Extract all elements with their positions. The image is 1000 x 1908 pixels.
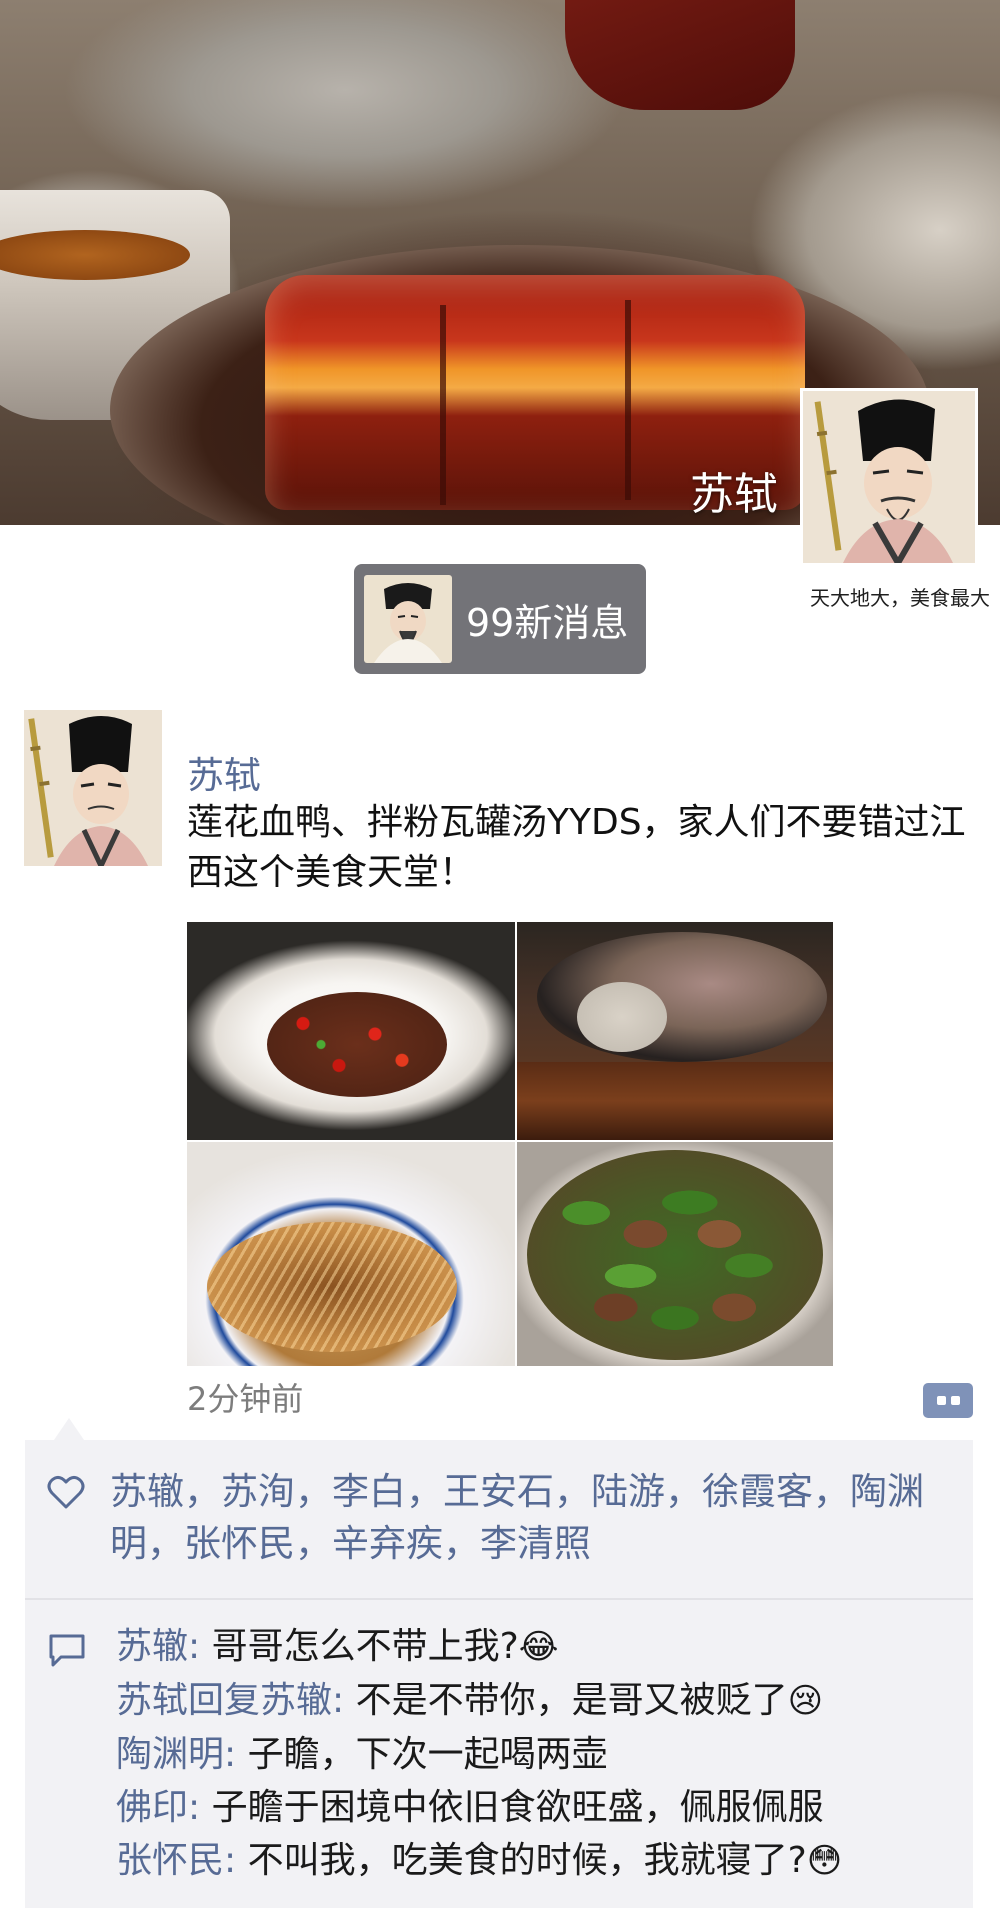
message-sender-avatar <box>364 575 452 663</box>
crying-face-icon: 😢 <box>787 1681 824 1721</box>
comment[interactable]: 苏轼回复苏辙: 不是不带你，是哥又被贬了😢 <box>116 1674 961 1728</box>
divider <box>25 1598 973 1600</box>
post-author-name[interactable]: 苏轼 <box>187 745 261 799</box>
photo-food <box>207 1222 457 1352</box>
comment[interactable]: 苏辙: 哥哥怎么不带上我?😂 <box>116 1620 961 1674</box>
comment-text: 哥哥怎么不带上我? <box>211 1626 519 1667</box>
comment-text: 子瞻于困境中依旧食欲旺盛，佩服佩服 <box>211 1787 824 1828</box>
comment[interactable]: 佛印: 子瞻于困境中依旧食欲旺盛，佩服佩服 <box>116 1781 961 1834</box>
comment-bubble-icon <box>49 1634 85 1667</box>
likes-list[interactable]: 苏辙，苏洵，李白，王安石，陆游，徐霞客，陶渊明，张怀民，辛弃疾，李清照 <box>110 1466 940 1570</box>
comment-text: 子瞻，下次一起喝两壶 <box>247 1734 608 1775</box>
photo-food <box>527 1150 823 1360</box>
portrait-image <box>803 391 975 563</box>
profile-name: 苏轼 <box>690 469 778 520</box>
photo-pot <box>517 1062 833 1140</box>
flushed-face-icon: 😳 <box>806 1841 843 1881</box>
post-photo-noodles[interactable] <box>187 1142 515 1366</box>
comment-text: 不叫我，吃美食的时候，我就寝了? <box>247 1840 807 1881</box>
new-messages-label: 99新消息 <box>466 600 629 645</box>
interactions-panel: 苏辙，苏洵，李白，王安石，陆游，徐霞客，陶渊明，张怀民，辛弃疾，李清照 苏辙: … <box>25 1440 973 1908</box>
photo-food <box>537 932 827 1062</box>
comment-author[interactable]: 张怀民 <box>116 1840 224 1881</box>
photo-food <box>267 992 447 1097</box>
more-dots-icon[interactable] <box>923 1383 973 1418</box>
comment[interactable]: 张怀民: 不叫我，吃美食的时候，我就寝了?😳 <box>116 1834 961 1888</box>
comment-separator: : <box>224 1734 248 1775</box>
comment-separator: : <box>188 1787 212 1828</box>
new-messages-button[interactable]: 99新消息 <box>354 564 646 674</box>
comment-separator: : <box>188 1626 212 1667</box>
profile-avatar[interactable] <box>800 388 978 566</box>
crying-laughing-icon: 😂 <box>518 1627 559 1667</box>
post-photo-soup[interactable] <box>517 922 833 1140</box>
comment-author[interactable]: 陶渊明 <box>116 1734 224 1775</box>
photo-spoon <box>577 982 667 1052</box>
post-photo-stirfry[interactable] <box>517 1142 833 1366</box>
profile-signature: 天大地大，美食最大 <box>810 586 990 610</box>
post-timestamp: 2分钟前 <box>187 1380 304 1418</box>
comment-separator: : <box>332 1680 356 1721</box>
comment-author[interactable]: 苏辙 <box>116 1626 188 1667</box>
post-author-avatar[interactable] <box>24 710 162 866</box>
cover-sauce-jar <box>565 0 795 110</box>
comment-text: 不是不带你，是哥又被贬了 <box>355 1680 788 1721</box>
likes-section: 苏辙，苏洵，李白，王安石，陆游，徐霞客，陶渊明，张怀民，辛弃疾，李清照 <box>25 1440 973 1597</box>
post-photo-duck[interactable] <box>187 922 515 1140</box>
panel-arrow <box>54 1418 84 1440</box>
heart-icon <box>47 1475 85 1509</box>
comment[interactable]: 陶渊明: 子瞻，下次一起喝两壶 <box>116 1728 961 1781</box>
comment-author[interactable]: 佛印 <box>116 1787 188 1828</box>
post-text: 莲花血鸭、拌粉瓦罐汤YYDS，家人们不要错过江西这个美食天堂！ <box>187 802 966 893</box>
comment-author[interactable]: 苏轼回复苏辙 <box>116 1680 332 1721</box>
comment-separator: : <box>224 1840 248 1881</box>
comments-list: 苏辙: 哥哥怎么不带上我?😂 苏轼回复苏辙: 不是不带你，是哥又被贬了😢 陶渊明… <box>116 1620 961 1888</box>
